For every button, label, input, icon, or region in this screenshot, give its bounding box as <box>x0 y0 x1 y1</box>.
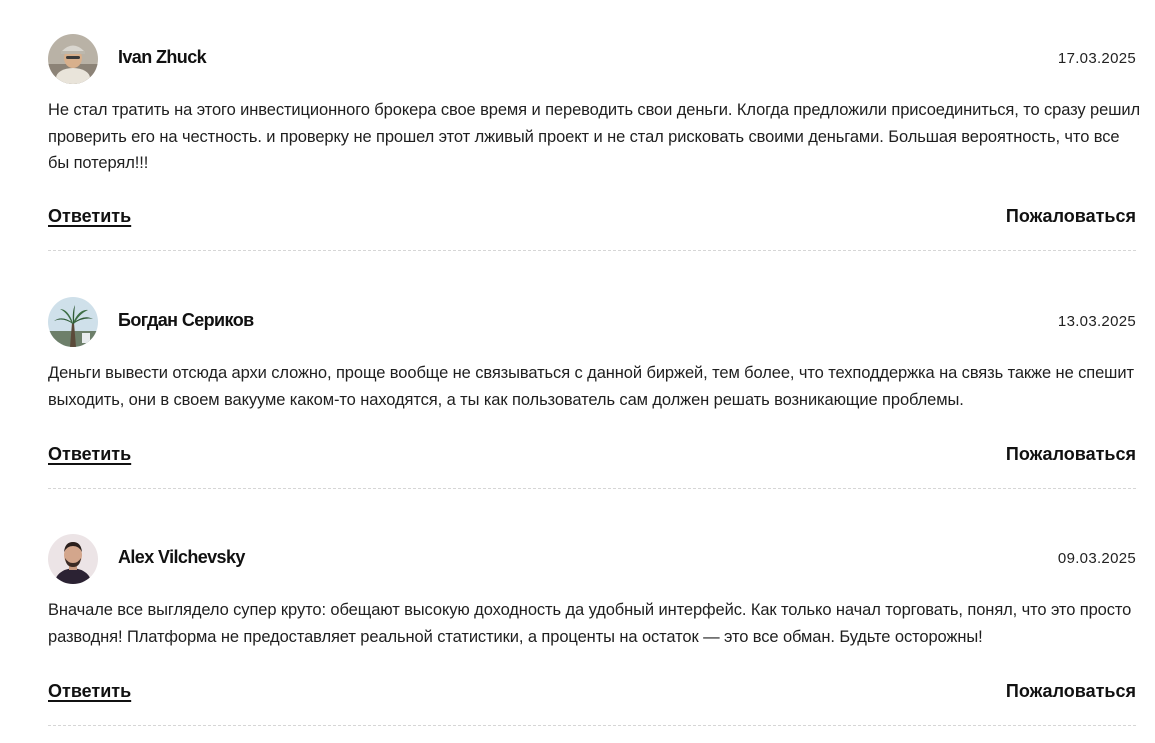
palm-photo-icon <box>48 297 98 347</box>
user-photo-icon <box>48 34 98 84</box>
comment-item: Богдан Сериков 13.03.2025 Деньги вывести… <box>48 297 1136 513</box>
comment-date: 17.03.2025 <box>1057 50 1136 67</box>
report-link[interactable]: Пожаловаться <box>1006 681 1136 702</box>
comment-text: Не стал тратить на этого инвестиционного… <box>48 101 1140 172</box>
comment-actions: Ответить Пожаловаться <box>48 444 1136 472</box>
divider <box>48 488 1136 489</box>
comment-date: 09.03.2025 <box>1057 550 1136 567</box>
avatar[interactable] <box>48 297 98 347</box>
report-link[interactable]: Пожаловаться <box>1006 206 1136 227</box>
reply-link[interactable]: Ответить <box>48 206 131 227</box>
divider <box>48 725 1136 726</box>
comment-item: Ivan Zhuck 17.03.2025 Не стал тратить на… <box>48 34 1140 251</box>
comment-actions: Ответить Пожаловаться <box>48 681 1136 709</box>
divider <box>48 250 1136 251</box>
user-photo-icon <box>48 534 98 584</box>
comment-item: Alex Vilchevsky 09.03.2025 Вначале все в… <box>48 534 1136 743</box>
report-link[interactable]: Пожаловаться <box>1006 444 1136 465</box>
comment-text: Вначале все выглядело супер круто: обеща… <box>48 601 1132 646</box>
comment-author: Ivan Zhuck <box>118 47 207 67</box>
avatar[interactable] <box>48 534 98 584</box>
comment-text: Деньги вывести отсюда архи сложно, проще… <box>48 364 1134 409</box>
comment-author: Богдан Сериков <box>118 310 254 330</box>
comment-date: 13.03.2025 <box>1057 313 1136 330</box>
reply-link[interactable]: Ответить <box>48 444 131 465</box>
avatar[interactable] <box>48 34 98 84</box>
comment-author: Alex Vilchevsky <box>118 547 245 567</box>
comment-actions: Ответить Пожаловаться <box>48 206 1136 234</box>
reply-link[interactable]: Ответить <box>48 681 131 702</box>
comments-list: Ivan Zhuck 17.03.2025 Не стал тратить на… <box>0 0 1155 743</box>
